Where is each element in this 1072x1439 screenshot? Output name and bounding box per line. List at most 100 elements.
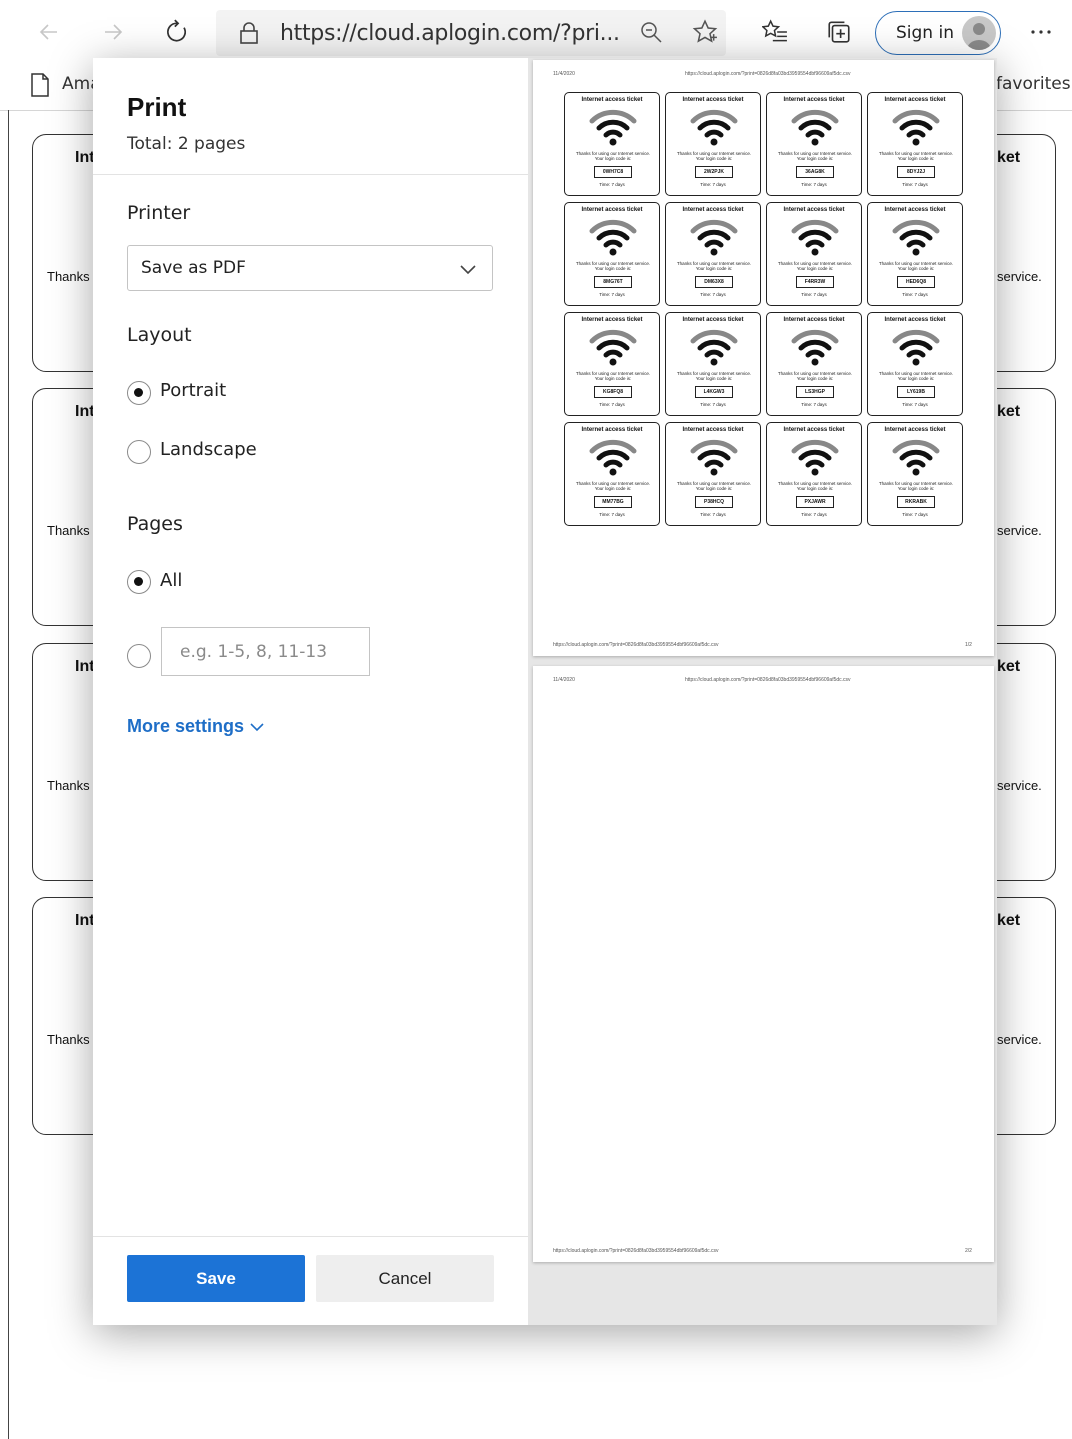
chevron-down-icon — [250, 723, 264, 732]
pages-range-input[interactable]: e.g. 1-5, 8, 11-13 — [161, 627, 370, 676]
print-settings-panel: Print Total: 2 pages Printer Save as PDF… — [93, 58, 528, 1325]
ticket-message: Thanks for using our Internet service. Y… — [676, 481, 752, 491]
back-icon[interactable] — [32, 15, 66, 49]
sign-in-button[interactable]: Sign in — [875, 11, 1001, 55]
avatar — [962, 16, 996, 50]
landscape-label[interactable]: Landscape — [160, 439, 257, 460]
wifi-icon — [892, 328, 940, 371]
ticket-code: 8DYJ2J — [897, 166, 935, 178]
ticket: Internet access ticket Thanks for using o… — [665, 202, 761, 306]
ticket-title: Internet access ticket — [682, 427, 744, 433]
ticket-code: 8MG76T — [594, 276, 632, 288]
wifi-icon — [690, 438, 738, 481]
ticket-title: Internet access ticket — [783, 317, 845, 323]
pages-all-label[interactable]: All — [160, 570, 182, 591]
divider — [93, 1236, 528, 1237]
cancel-button[interactable]: Cancel — [316, 1255, 494, 1302]
ticket: Internet access ticket Thanks for using o… — [564, 312, 660, 416]
ticket-title: Internet access ticket — [682, 97, 744, 103]
ticket-code: PXJAWR — [796, 496, 834, 508]
wifi-icon — [892, 438, 940, 481]
favorite-star-icon[interactable] — [688, 15, 722, 49]
total-pages: Total: 2 pages — [127, 134, 246, 154]
zoom-icon[interactable] — [634, 15, 668, 49]
wifi-icon — [791, 218, 839, 261]
ticket-title: Internet access ticket — [581, 97, 643, 103]
collections-icon[interactable] — [822, 15, 856, 49]
wifi-icon — [892, 108, 940, 151]
preview-page-1: 11/4/2020 https://cloud.aplogin.com/?pri… — [533, 60, 994, 656]
ticket-title: Internet access ticket — [783, 427, 845, 433]
ticket-code: DM63X8 — [695, 276, 733, 288]
printer-label: Printer — [127, 202, 191, 224]
ticket-code: L4KGW3 — [695, 386, 733, 398]
ticket-message: Thanks for using our Internet service. Y… — [878, 151, 954, 161]
ticket-time: Time: 7 days — [700, 182, 726, 187]
ticket: Internet access ticket Thanks for using o… — [766, 422, 862, 526]
ticket-message: Thanks for using our Internet service. Y… — [575, 481, 651, 491]
pages-all-radio[interactable] — [127, 570, 151, 594]
ticket-message: Thanks for using our Internet service. Y… — [575, 151, 651, 161]
save-button[interactable]: Save — [127, 1255, 305, 1302]
favorites-list-icon[interactable] — [758, 15, 792, 49]
ticket-code: MM77BG — [594, 496, 632, 508]
wifi-icon — [791, 328, 839, 371]
ticket-time: Time: 7 days — [902, 182, 928, 187]
other-favorites-link[interactable]: favorites — [996, 74, 1071, 94]
ticket-time: Time: 7 days — [700, 292, 726, 297]
ticket-time: Time: 7 days — [700, 402, 726, 407]
chevron-down-icon — [458, 259, 478, 284]
ticket-time: Time: 7 days — [801, 512, 827, 517]
portrait-label[interactable]: Portrait — [160, 380, 226, 401]
ticket-code: RKRABK — [897, 496, 935, 508]
wifi-icon — [892, 218, 940, 261]
wifi-icon — [791, 438, 839, 481]
ticket-title: Internet access ticket — [682, 317, 744, 323]
ticket-message: Thanks for using our Internet service. Y… — [878, 261, 954, 271]
layout-label: Layout — [127, 324, 192, 346]
ticket-message: Thanks for using our Internet service. Y… — [676, 261, 752, 271]
forward-icon[interactable] — [96, 15, 130, 49]
ticket-message: Thanks for using our Internet service. Y… — [777, 151, 853, 161]
ticket-code: 0WH7C8 — [594, 166, 632, 178]
ticket-time: Time: 7 days — [902, 402, 928, 407]
ticket-title: Internet access ticket — [783, 97, 845, 103]
refresh-icon[interactable] — [160, 15, 194, 49]
ticket-message: Thanks for using our Internet service. Y… — [575, 371, 651, 381]
preview-page-2: 11/4/2020 https://cloud.aplogin.com/?pri… — [533, 666, 994, 1262]
ticket-code: HED6Q8 — [897, 276, 935, 288]
page-icon — [30, 73, 50, 102]
ticket-title: Internet access ticket — [581, 317, 643, 323]
more-icon[interactable] — [1024, 15, 1058, 49]
ticket-message: Thanks for using our Internet service. Y… — [777, 261, 853, 271]
ticket-title: Internet access ticket — [783, 207, 845, 213]
ticket-title: Internet access ticket — [581, 427, 643, 433]
portrait-radio[interactable] — [127, 381, 151, 405]
ticket-message: Thanks for using our Internet service. Y… — [878, 371, 954, 381]
pages-custom-radio[interactable] — [127, 644, 151, 668]
page-edge — [8, 110, 9, 1439]
ticket-time: Time: 7 days — [801, 402, 827, 407]
ticket-time: Time: 7 days — [599, 292, 625, 297]
ticket-code: 2W2PJK — [695, 166, 733, 178]
landscape-radio[interactable] — [127, 440, 151, 464]
ticket-title: Internet access ticket — [884, 207, 946, 213]
ticket-code: LY619B — [897, 386, 935, 398]
ticket-time: Time: 7 days — [801, 292, 827, 297]
wifi-icon — [589, 328, 637, 371]
ticket: Internet access ticket Thanks for using o… — [867, 202, 963, 306]
more-settings-link[interactable]: More settings — [127, 716, 266, 737]
ticket: Internet access ticket Thanks for using o… — [665, 312, 761, 416]
ticket-time: Time: 7 days — [599, 512, 625, 517]
ticket-code: LS3HGP — [796, 386, 834, 398]
ticket: Internet access ticket Thanks for using o… — [564, 422, 660, 526]
ticket-code: P38HCQ — [695, 496, 733, 508]
wifi-icon — [589, 438, 637, 481]
ticket-title: Internet access ticket — [581, 207, 643, 213]
ticket-time: Time: 7 days — [599, 402, 625, 407]
print-preview[interactable]: 11/4/2020 https://cloud.aplogin.com/?pri… — [528, 58, 997, 1325]
ticket: Internet access ticket Thanks for using o… — [564, 202, 660, 306]
url-text: https://cloud.aplogin.com/?pri... — [280, 21, 620, 46]
lock-icon[interactable] — [238, 21, 260, 50]
printer-select[interactable]: Save as PDF — [127, 245, 493, 291]
